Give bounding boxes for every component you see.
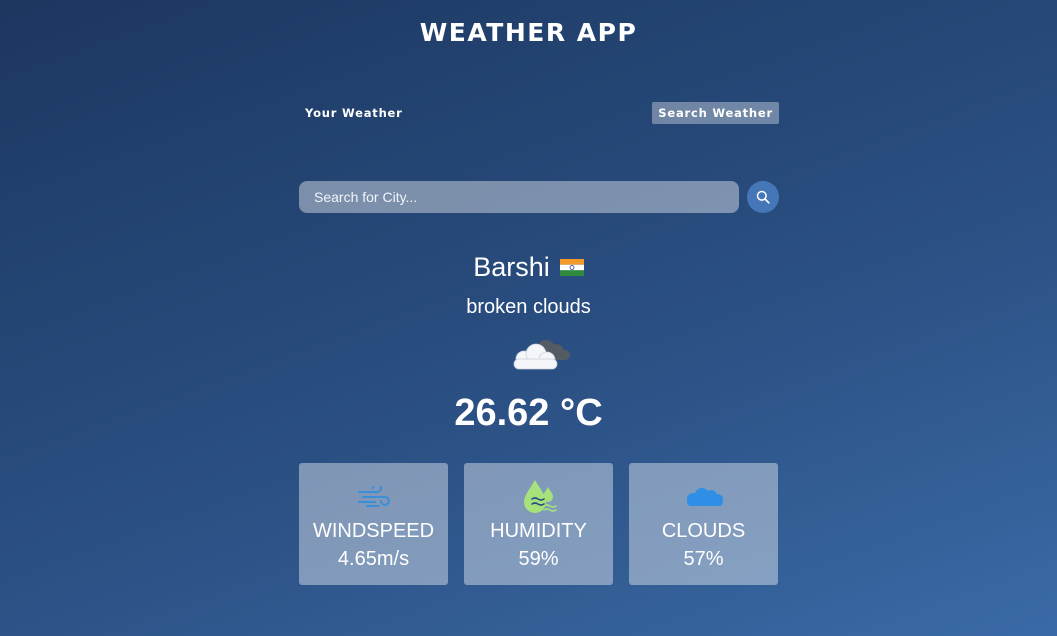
temperature: 26.62 °C (454, 392, 603, 434)
windspeed-card: WINDSPEED 4.65m/s (299, 463, 448, 585)
location: Barshi (0, 252, 1057, 283)
tab-search-weather[interactable]: Search Weather (652, 102, 779, 124)
weather-description: broken clouds (466, 296, 591, 318)
windspeed-value: 4.65m/s (337, 548, 410, 570)
clouds-card: CLOUDS 57% (629, 463, 778, 585)
tab-bar: Your Weather Search Weather (299, 102, 779, 124)
city-name: Barshi (473, 252, 550, 282)
weather-stats: WINDSPEED 4.65m/s HUMIDITY 59% CLOUDS 57… (299, 463, 779, 585)
india-flag-icon (559, 259, 584, 276)
clouds-label: CLOUDS (661, 520, 746, 542)
humidity-value: 59% (518, 548, 559, 570)
clouds-value: 57% (683, 548, 724, 570)
humidity-icon (523, 480, 557, 513)
search-icon (756, 190, 770, 204)
wind-icon (357, 486, 390, 507)
windspeed-label: WINDSPEED (312, 520, 435, 542)
search-form (299, 181, 779, 213)
app-title: WEATHER APP (419, 18, 638, 47)
cloud-icon (686, 488, 723, 506)
search-button[interactable] (747, 181, 779, 213)
humidity-card: HUMIDITY 59% (464, 463, 613, 585)
search-input[interactable] (299, 181, 739, 213)
humidity-label: HUMIDITY (490, 520, 587, 542)
tab-your-weather[interactable]: Your Weather (299, 102, 409, 124)
broken-clouds-icon (513, 340, 570, 370)
